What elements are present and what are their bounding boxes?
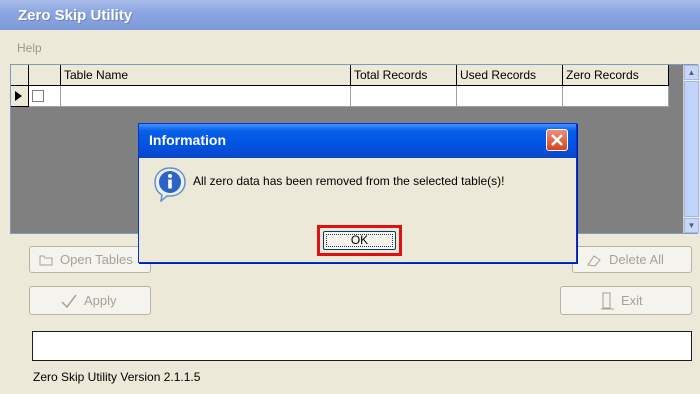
ok-button-highlight: OK [317,225,402,256]
info-icon [154,167,186,202]
open-folder-icon [39,255,53,265]
delete-all-label: Delete All [609,252,664,267]
scroll-thumb[interactable] [684,81,699,217]
cell-total-records[interactable] [351,86,457,107]
close-icon [551,134,563,146]
information-dialog: Information All zero data has been remov… [138,123,577,263]
delete-all-button[interactable]: Delete All [572,246,692,273]
column-header-table-name[interactable]: Table Name [61,65,351,86]
current-row-arrow-icon [15,91,22,101]
row-selector[interactable] [11,86,29,107]
grid-vertical-scrollbar[interactable]: ▲ ▼ [683,65,699,233]
dialog-title: Information [149,132,226,148]
scroll-up-button[interactable]: ▲ [684,65,699,80]
ok-button[interactable]: OK [323,231,396,250]
dialog-message: All zero data has been removed from the … [193,174,505,188]
cell-used-records[interactable] [457,86,563,107]
row-header-corner [11,65,29,86]
open-tables-button[interactable]: Open Tables [29,246,151,273]
column-header-total-records[interactable]: Total Records [351,65,457,86]
exit-door-icon [601,292,614,309]
cell-zero-records[interactable] [563,86,669,107]
eraser-icon [587,254,601,267]
menu-bar: Help [0,36,700,62]
column-header-zero-records[interactable]: Zero Records [563,65,669,86]
column-header-used-records[interactable]: Used Records [457,65,563,86]
window-title: Zero Skip Utility [18,7,133,24]
window-title-bar: Zero Skip Utility [0,0,700,30]
open-tables-label: Open Tables [60,252,133,267]
exit-label: Exit [621,293,643,308]
cell-table-name[interactable] [61,86,351,107]
menu-help[interactable]: Help [17,41,42,55]
apply-button[interactable]: Apply [29,286,151,315]
dialog-close-button[interactable] [546,129,568,151]
apply-label: Apply [84,293,117,308]
row-checkbox-cell [29,86,61,107]
status-box [32,331,692,361]
row-checkbox[interactable] [32,90,44,102]
exit-button[interactable]: Exit [560,286,692,315]
dialog-title-bar: Information [139,124,576,158]
scroll-down-button[interactable]: ▼ [684,218,699,233]
checkbox-column-header [29,65,61,86]
version-label: Zero Skip Utility Version 2.1.1.5 [33,370,201,384]
checkmark-icon [61,294,77,308]
